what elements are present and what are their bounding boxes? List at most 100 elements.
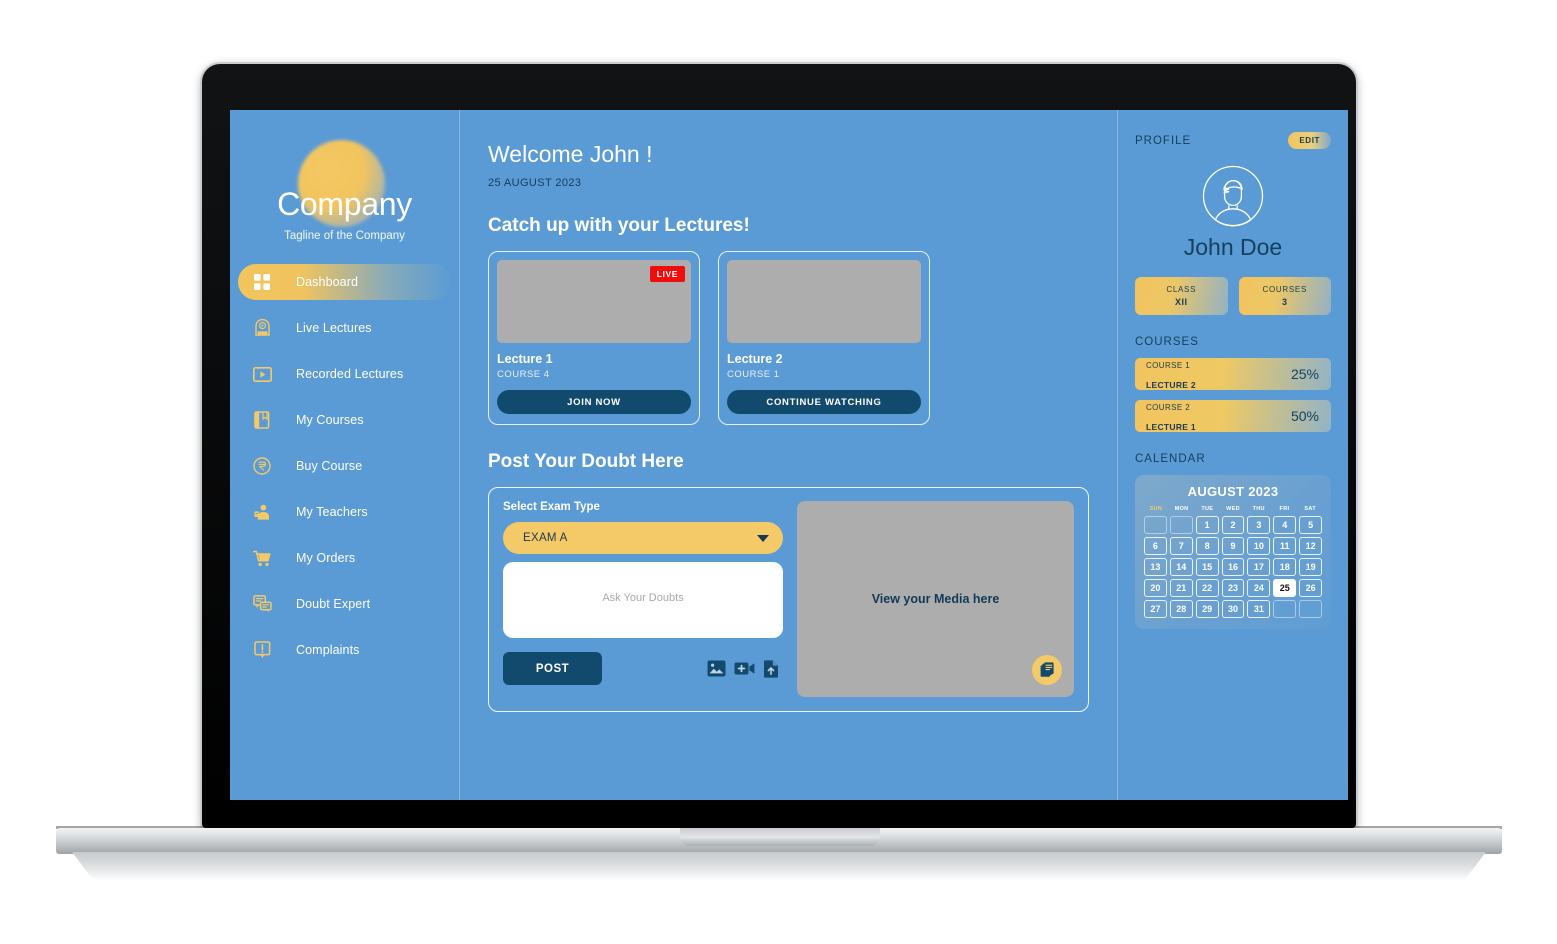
calendar-day-cell[interactable]: 4 [1273, 516, 1297, 534]
calendar-day-cell[interactable]: 22 [1195, 579, 1219, 597]
calendar-day-cell[interactable]: 1 [1195, 516, 1219, 534]
calendar-day-cell[interactable]: 20 [1144, 579, 1167, 597]
calendar-widget: AUGUST 2023 SUN MON TUE WED THU FRI SAT 123456… [1135, 475, 1331, 629]
file-upload-icon[interactable] [763, 660, 779, 678]
profile-header: PROFILE EDIT [1135, 132, 1331, 149]
calendar-day-of-week-row: SUN MON TUE WED THU FRI SAT [1144, 506, 1322, 512]
laptop-mockup: Company Tagline of the Company Dashboard [0, 0, 1557, 944]
doubt-heading: Post Your Doubt Here [488, 451, 684, 473]
stat-value: 3 [1281, 297, 1288, 307]
sidebar-item-live-lectures[interactable]: Live Lectures [238, 310, 451, 346]
continue-watching-button[interactable]: CONTINUE WATCHING [727, 390, 921, 415]
laptop-screen: Company Tagline of the Company Dashboard [230, 110, 1348, 800]
calendar-day-cell[interactable]: 30 [1221, 600, 1245, 618]
sidebar-item-label: Live Lectures [296, 321, 372, 335]
complaint-icon [252, 640, 272, 660]
sidebar-item-label: Complaints [296, 643, 360, 657]
calendar-day-cell[interactable]: 16 [1221, 558, 1245, 576]
join-now-button[interactable]: JOIN NOW [497, 390, 691, 415]
lecture-thumbnail: LIVE [497, 260, 691, 344]
sidebar-item-my-courses[interactable]: My Courses [238, 402, 451, 438]
media-placeholder-text: View your Media here [871, 592, 1000, 607]
calendar-dow-label: SUN [1149, 506, 1163, 512]
calendar-dow-label: SAT [1304, 506, 1316, 512]
stat-value: XII [1174, 297, 1188, 307]
course-lecture: LECTURE 2 [1146, 380, 1196, 390]
calendar-day-cell[interactable]: 17 [1247, 558, 1271, 576]
calendar-day-cell[interactable]: 13 [1144, 558, 1167, 576]
calendar-day-cell[interactable]: 10 [1247, 537, 1271, 555]
dashboard-app: Company Tagline of the Company Dashboard [230, 110, 1348, 800]
calendar-empty-cell [1144, 516, 1167, 534]
calendar-day-cell[interactable]: 8 [1195, 537, 1219, 555]
sidebar: Company Tagline of the Company Dashboard [230, 110, 460, 800]
sidebar-nav: Dashboard Live Lectures Recorded Lecture… [230, 264, 459, 668]
calendar-day-cell[interactable]: 5 [1299, 516, 1322, 534]
select-exam-type-label: Select Exam Type [503, 501, 600, 514]
play-rect-icon [252, 364, 272, 384]
lecture-card[interactable]: Lecture 2 COURSE 1 CONTINUE WATCHING [718, 251, 930, 426]
sidebar-item-my-orders[interactable]: My Orders [238, 540, 451, 576]
course-progress-item[interactable]: COURSE 1 LECTURE 2 25% [1135, 358, 1331, 390]
calendar-day-cell[interactable]: 28 [1169, 600, 1193, 618]
image-icon[interactable] [707, 660, 726, 677]
calendar-day-cell[interactable]: 27 [1144, 600, 1167, 618]
lecture-card[interactable]: LIVE Lecture 1 COURSE 4 JOIN NOW [488, 251, 700, 426]
stat-courses[interactable]: COURSES 3 [1238, 277, 1331, 315]
doubt-actions: POST [503, 652, 783, 686]
sidebar-item-my-teachers[interactable]: My Teachers [238, 494, 451, 530]
edit-profile-button[interactable]: EDIT [1288, 132, 1331, 149]
lecture-card-list: LIVE Lecture 1 COURSE 4 JOIN NOW Lecture… [488, 251, 1089, 426]
calendar-day-cell[interactable]: 15 [1195, 558, 1219, 576]
laptop-base-notch [680, 828, 880, 846]
sidebar-item-label: My Teachers [296, 505, 368, 519]
user-avatar-icon [1202, 165, 1264, 227]
calendar-day-cell[interactable]: 21 [1169, 579, 1193, 597]
calendar-day-cell[interactable]: 14 [1169, 558, 1193, 576]
sidebar-item-doubt-expert[interactable]: Doubt Expert [238, 586, 451, 622]
documents-icon[interactable] [1032, 655, 1062, 686]
calendar-day-cell[interactable]: 11 [1273, 537, 1297, 555]
calendar-day-cell[interactable]: 23 [1221, 579, 1245, 597]
sidebar-item-complaints[interactable]: Complaints [238, 632, 451, 668]
calendar-day-cell[interactable]: 2 [1221, 516, 1245, 534]
dashboard-grid-icon [252, 272, 272, 292]
post-button[interactable]: POST [503, 652, 602, 686]
calendar-day-cell[interactable]: 9 [1221, 537, 1245, 555]
calendar-day-cell[interactable]: 19 [1299, 558, 1322, 576]
calendar-day-cell[interactable]: 12 [1299, 537, 1322, 555]
sidebar-item-dashboard[interactable]: Dashboard [238, 264, 451, 300]
calendar-day-cell[interactable]: 6 [1144, 537, 1167, 555]
calendar-day-today[interactable]: 25 [1273, 579, 1297, 597]
calendar-day-cell[interactable]: 7 [1169, 537, 1193, 555]
lecture-thumbnail [727, 260, 921, 344]
calendar-day-cell[interactable]: 31 [1247, 600, 1271, 618]
sidebar-item-buy-course[interactable]: Buy Course [238, 448, 451, 484]
course-progress-percent: 50% [1290, 408, 1319, 424]
calendar-day-cell[interactable]: 29 [1195, 600, 1219, 618]
stat-class[interactable]: CLASS XII [1135, 277, 1228, 315]
course-name: COURSE 1 [1146, 361, 1191, 370]
video-add-icon[interactable] [734, 660, 755, 677]
sidebar-item-label: Recorded Lectures [296, 367, 404, 381]
page-title: Welcome John ! [488, 141, 653, 167]
shopping-cart-icon [252, 548, 272, 568]
profile-stats: CLASS XII COURSES 3 [1135, 277, 1331, 315]
sidebar-item-label: My Orders [296, 551, 356, 565]
sidebar-item-label: Dashboard [296, 275, 359, 289]
calendar-day-cell[interactable]: 3 [1247, 516, 1271, 534]
attachment-icon-group [707, 660, 779, 678]
chat-bubbles-icon [252, 594, 272, 614]
book-icon [252, 410, 272, 430]
calendar-dow-label: MON [1174, 506, 1189, 512]
calendar-day-cell[interactable]: 26 [1299, 579, 1322, 597]
sidebar-item-recorded-lectures[interactable]: Recorded Lectures [238, 356, 451, 392]
doubt-input[interactable] [503, 562, 783, 639]
course-meta: COURSE 2 LECTURE 1 [1146, 396, 1196, 436]
course-progress-item[interactable]: COURSE 2 LECTURE 1 50% [1135, 400, 1331, 432]
calendar-day-cell[interactable]: 18 [1273, 558, 1297, 576]
doubt-form: Select Exam Type EXAM A POST [503, 501, 783, 697]
brand-tagline: Tagline of the Company [284, 230, 405, 242]
exam-type-select[interactable]: EXAM A [503, 522, 783, 555]
calendar-day-cell[interactable]: 24 [1247, 579, 1271, 597]
